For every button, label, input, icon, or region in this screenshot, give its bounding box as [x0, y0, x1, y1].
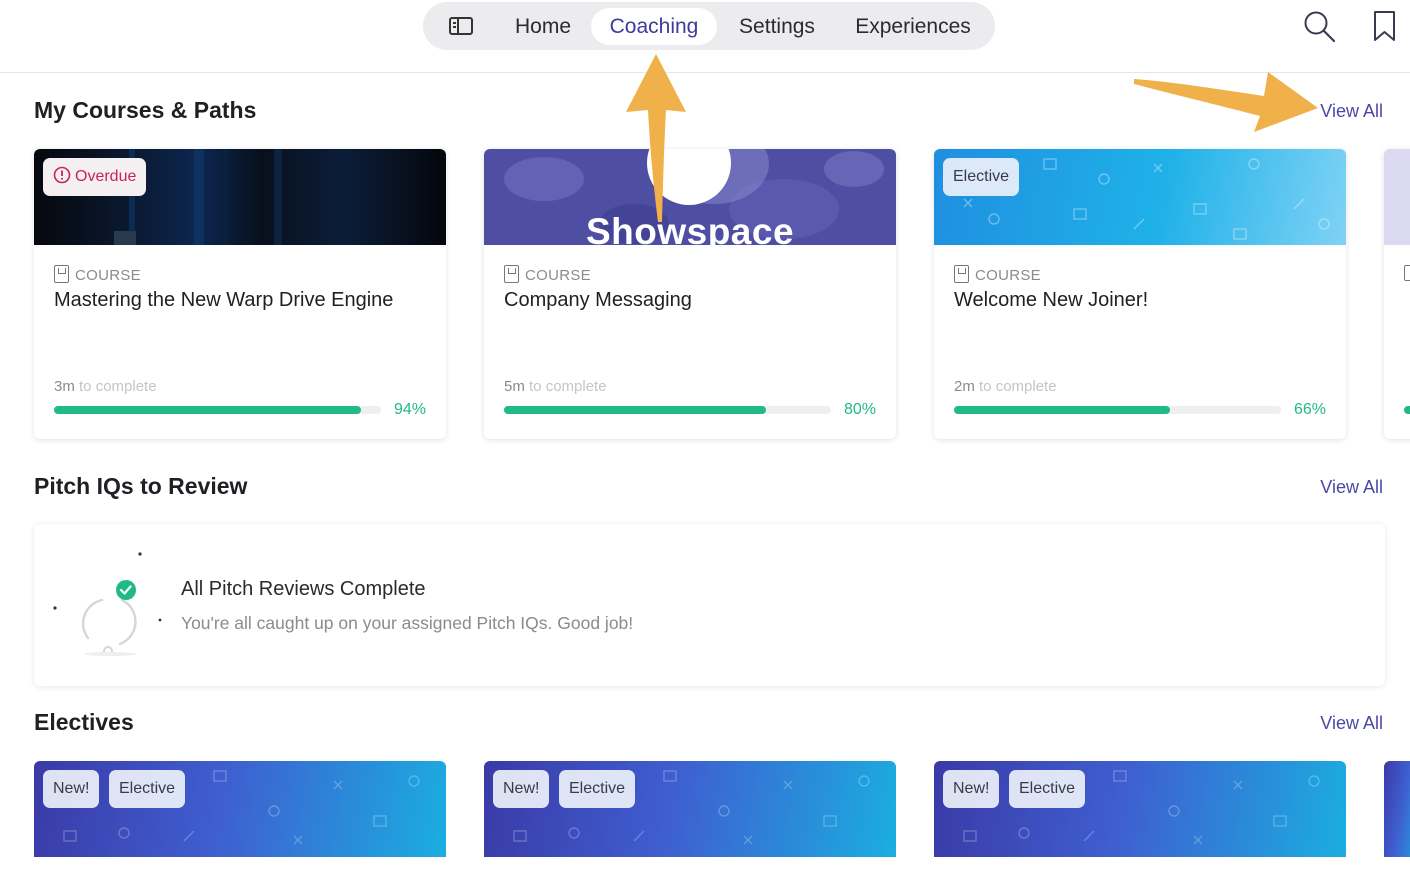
course-card-partial[interactable]	[1384, 149, 1410, 439]
course-duration-suffix: to complete	[529, 378, 607, 395]
course-thumbnail: Overdue	[34, 149, 446, 245]
course-duration-suffix: to complete	[979, 378, 1057, 395]
progress-fill	[1404, 406, 1410, 414]
progress-fill	[954, 406, 1170, 414]
progress-fill	[54, 406, 362, 414]
progress-bar	[954, 406, 1281, 414]
course-thumbnail: Elective	[934, 149, 1346, 245]
elective-card[interactable]: New! Elective	[34, 761, 446, 857]
elective-badge: Elective	[109, 770, 186, 808]
course-title: Company Messaging	[504, 289, 692, 311]
course-thumbnail: Showspace	[484, 149, 896, 245]
book-icon	[504, 265, 519, 283]
course-type: COURSE	[954, 265, 1041, 284]
courses-section-title: My Courses & Paths	[34, 97, 257, 123]
progress-fill	[504, 406, 766, 414]
headset-check-icon	[53, 552, 162, 656]
course-duration-suffix: to complete	[79, 378, 157, 395]
course-type: COURSE	[54, 265, 141, 284]
empty-state-title: All Pitch Reviews Complete	[181, 578, 426, 600]
pitch-review-empty-state: All Pitch Reviews Complete You're all ca…	[34, 524, 1385, 686]
course-type-label: COURSE	[525, 267, 591, 284]
course-type-label: COURSE	[75, 267, 141, 284]
courses-view-all-link[interactable]: View All	[1320, 101, 1383, 122]
elective-badge: Elective	[1009, 770, 1086, 808]
pitch-section-title: Pitch IQs to Review	[34, 473, 248, 499]
overdue-badge: Overdue	[43, 158, 147, 196]
showspace-logo-text: Showspace	[585, 211, 795, 245]
course-thumbnail	[1384, 149, 1410, 245]
annotation-arrow-right-icon	[1134, 72, 1318, 132]
tab-settings[interactable]: Settings	[726, 8, 828, 45]
tab-coaching[interactable]: Coaching	[591, 8, 717, 45]
course-type: COURSE	[504, 265, 591, 284]
book-icon	[954, 265, 969, 283]
course-type-label: COURSE	[975, 267, 1041, 284]
course-card[interactable]: Elective COURSE Welcome New Joiner! 2m t…	[934, 149, 1346, 439]
electives-view-all-link[interactable]: View All	[1320, 713, 1383, 734]
new-badge: New!	[943, 770, 1000, 808]
progress-bar	[504, 406, 831, 414]
bookmark-icon[interactable]	[1372, 10, 1398, 42]
progress-percent: 66%	[1293, 401, 1326, 418]
overdue-badge-label: Overdue	[75, 168, 137, 185]
course-title: Mastering the New Warp Drive Engine	[54, 289, 394, 311]
course-duration: 2m to complete	[954, 378, 1057, 395]
top-bar: Home Coaching Settings Experiences	[0, 0, 1410, 73]
course-duration: 3m to complete	[54, 378, 157, 395]
new-badge: New!	[493, 770, 550, 808]
empty-state-subtitle: You're all caught up on your assigned Pi…	[181, 613, 634, 633]
book-icon	[54, 265, 69, 283]
progress-bar	[54, 406, 381, 414]
course-duration-value: 5m	[504, 378, 525, 395]
tab-home[interactable]: Home	[502, 8, 584, 45]
sidebar-toggle-icon[interactable]	[449, 17, 473, 35]
elective-card-partial[interactable]	[1384, 761, 1410, 857]
search-icon[interactable]	[1302, 9, 1336, 43]
progress-percent: 80%	[843, 401, 876, 418]
course-duration-value: 3m	[54, 378, 75, 395]
elective-badge: Elective	[559, 770, 636, 808]
nav-tabs: Home Coaching Settings Experiences	[423, 2, 995, 50]
elective-card[interactable]: New! Elective	[484, 761, 896, 857]
course-title: Welcome New Joiner!	[954, 289, 1149, 311]
elective-badge: Elective	[943, 158, 1020, 196]
alert-icon	[53, 166, 71, 184]
electives-section-title: Electives	[34, 709, 134, 735]
course-card[interactable]: Showspace COURSE Company Messaging 5m to…	[484, 149, 896, 439]
book-icon	[1404, 265, 1410, 281]
pitch-view-all-link[interactable]: View All	[1320, 477, 1383, 498]
course-duration-value: 2m	[954, 378, 975, 395]
tab-experiences[interactable]: Experiences	[843, 8, 983, 45]
elective-card[interactable]: New! Elective	[934, 761, 1346, 857]
progress-percent: 94%	[393, 401, 426, 418]
course-card[interactable]: Overdue COURSE Mastering the New Warp Dr…	[34, 149, 446, 439]
new-badge: New!	[43, 770, 100, 808]
course-duration: 5m to complete	[504, 378, 607, 395]
